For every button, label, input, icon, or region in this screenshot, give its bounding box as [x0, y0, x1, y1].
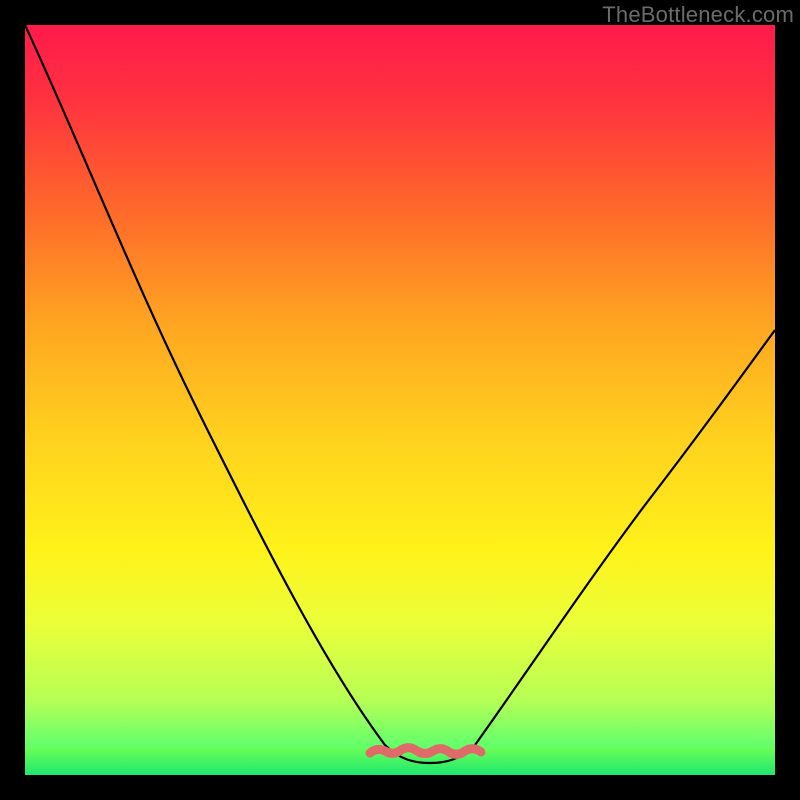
curve-path [25, 25, 775, 763]
plot-area [25, 25, 775, 775]
optimal-zone-marker [370, 748, 481, 755]
chart-stage: TheBottleneck.com [0, 0, 800, 800]
bottleneck-curve [25, 25, 775, 775]
watermark-text: TheBottleneck.com [602, 2, 794, 28]
